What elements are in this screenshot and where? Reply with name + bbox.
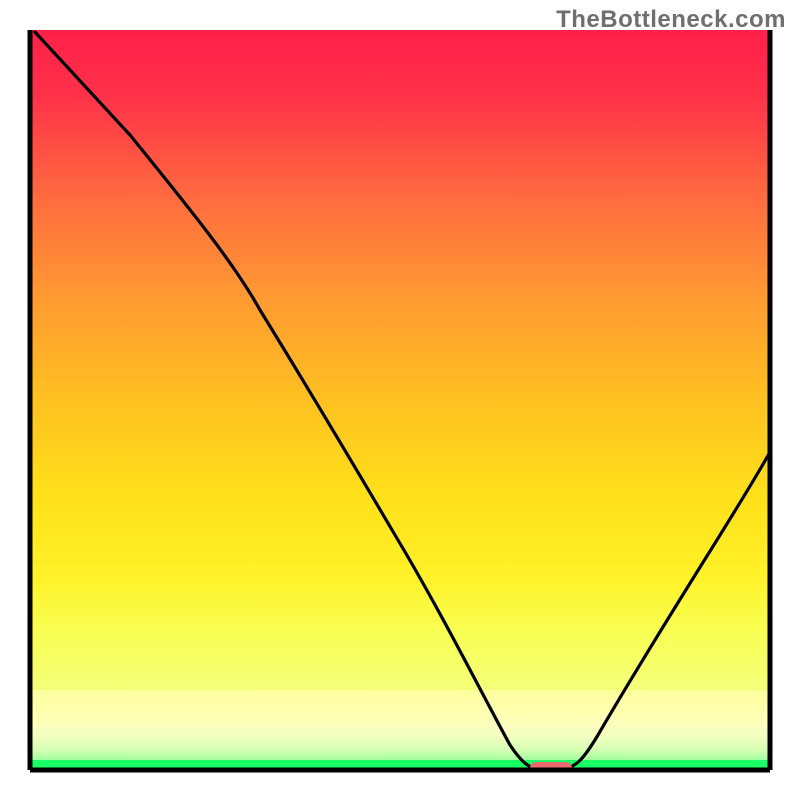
plot-area — [30, 30, 770, 774]
watermark: TheBottleneck.com — [556, 6, 786, 34]
chart-container: TheBottleneck.com — [0, 0, 800, 800]
green-band — [30, 690, 770, 770]
heat-gradient — [30, 30, 770, 700]
bottleneck-chart — [0, 0, 800, 800]
